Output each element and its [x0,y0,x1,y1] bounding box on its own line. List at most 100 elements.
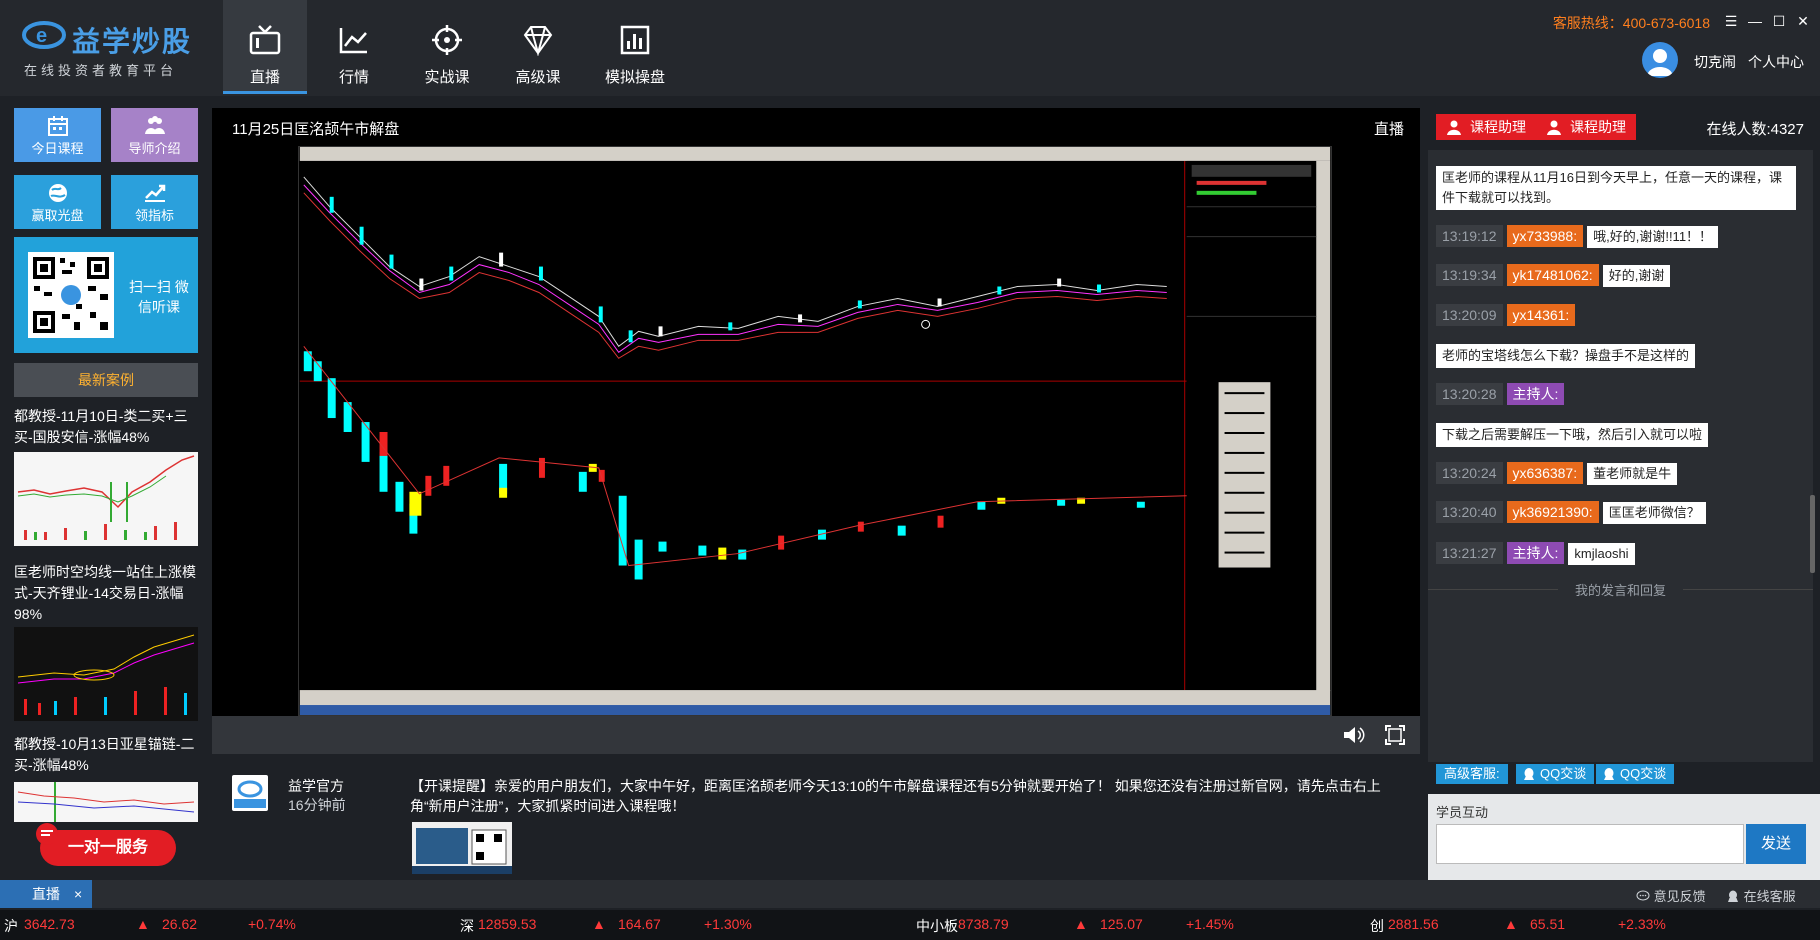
msg-time: 13:19:34 [1436,264,1503,286]
volume-icon[interactable] [1342,724,1366,746]
msg-user[interactable]: yx636387: [1506,462,1584,484]
feedback-link[interactable]: 意见反馈 [1636,886,1706,905]
person-icon [1447,120,1461,135]
send-button[interactable]: 发送 [1746,824,1806,864]
live-badge: 直播 [1374,121,1405,138]
chat-input[interactable] [1436,824,1744,864]
avatar[interactable] [1642,42,1678,78]
msg-text: 好的,谢谢 [1602,265,1671,287]
people-icon [144,116,165,134]
msg-user[interactable]: yx14361: [1506,304,1576,326]
qq-chat-button[interactable]: QQ交谈 [1516,764,1595,784]
menu-icon[interactable]: ☰ [1722,12,1740,30]
chat-message: 13:19:12 yx733988: 哦,好的,谢谢!!11！！ [1436,225,1719,248]
qq-label: QQ交谈 [1540,766,1587,781]
announcement-panel [212,756,1420,880]
latest-cases-header: 最新案例 [14,363,198,397]
one-on-one-service-button[interactable]: 一对一服务 [40,830,176,866]
nav-tab-market[interactable]: 行情 [312,0,396,94]
up-arrow-icon: ▲ [136,916,150,932]
hotline-text: 客服热线：400-673-6018 [1552,15,1710,31]
msg-user[interactable]: yx733988: [1506,225,1584,247]
case-title[interactable]: 都教授-10月13日亚星锚链-二买-涨幅48% [14,734,204,776]
qq-icon [1604,768,1614,780]
crosshair-icon [432,25,462,55]
nav-tab-simulator[interactable]: 模拟操盘 [585,0,685,94]
announcement-author: 益学官方 [288,778,344,794]
case-chart-thumbnail[interactable] [14,452,198,546]
nav-tab-advanced[interactable]: 高级课 [496,0,580,94]
msg-time: 13:21:27 [1436,542,1503,564]
case-title[interactable]: 都教授-11月10日-类二买+三买-国股安信-涨幅48% [14,406,204,448]
msg-user[interactable]: yk17481062: [1506,264,1599,286]
advanced-service-label: 高级客服: [1436,764,1508,784]
diamond-icon [523,26,553,57]
headset-icon [1728,890,1738,902]
ticker-name: 创 [1370,918,1384,934]
online-count: 在线人数:4327 [1706,121,1804,138]
tv-icon [249,25,281,55]
username[interactable]: 切克闹 [1694,52,1736,72]
globe-icon [48,184,67,202]
ticker-name: 沪 [4,918,18,934]
qr-code-icon [28,252,114,338]
today-course-button[interactable]: 今日课程 [14,108,101,162]
ticker-pct: +1.30% [704,916,752,932]
nav-tab-live[interactable]: 直播 [223,0,307,94]
case-chart-thumbnail[interactable] [14,627,198,721]
ticker-price: 8738.79 [958,916,1009,932]
nav-label: 实战课 [424,69,470,86]
interaction-label: 学员互动 [1436,805,1489,820]
qq-chat-button[interactable]: QQ交谈 [1596,764,1675,784]
fullscreen-icon[interactable] [1384,724,1406,746]
logo-icon: e [22,21,66,49]
calendar-icon [47,116,68,136]
msg-text: 哦,好的,谢谢!!11！！ [1587,226,1719,248]
trend-icon [144,184,165,202]
case-chart-thumbnail[interactable] [14,782,198,822]
user-center-link[interactable]: 个人中心 [1748,52,1804,72]
chat-system-message: 老师的宝塔线怎么下载？操盘手不是这样的 [1436,344,1696,368]
yixue-logo-icon [234,780,266,808]
wechat-qr-panel[interactable]: 扫一扫 微信听课 [14,237,198,353]
online-service-link[interactable]: 在线客服 [1726,886,1796,905]
button-label: 领指标 [134,208,174,223]
chat-message: 13:19:34 yk17481062: 好的,谢谢 [1436,264,1671,287]
msg-user[interactable]: yk36921390: [1506,501,1599,523]
minimize-icon[interactable]: — [1746,12,1764,30]
maximize-icon[interactable]: ☐ [1770,12,1788,30]
msg-time: 13:20:40 [1436,501,1503,523]
button-label: 今日课程 [31,141,84,156]
chat-scrollbar[interactable] [1810,495,1815,573]
official-avatar [232,775,268,811]
assistant-label: 课程助理 [1570,119,1626,135]
chat-message: 13:21:27 主持人: kmjlaoshi [1436,542,1635,565]
ticker-pct: +0.74% [248,916,296,932]
user-icon [1647,49,1673,76]
assistant-label: 课程助理 [1470,119,1526,135]
chat-system-message: 匡老师的课程从11月16日到今天早上，任意一天的课程，课件下载就可以找到。 [1436,166,1796,210]
nav-label: 高级课 [515,69,561,86]
msg-user[interactable]: 主持人: [1506,542,1565,564]
announcement-image[interactable] [412,822,512,874]
player-controls [212,716,1420,754]
tab-close-icon[interactable]: × [74,880,82,908]
chat-system-message: 下载之后需要解压一下哦，然后引入就可以啦 [1436,423,1709,447]
up-arrow-icon: ▲ [1074,916,1088,932]
chat-message: 13:20:40 yk36921390: 匡匡老师微信？ [1436,501,1706,524]
close-icon[interactable]: ✕ [1794,12,1812,30]
course-assistant-button[interactable]: 课程助理 [1436,114,1536,140]
nav-label: 直播 [249,69,280,86]
nav-label: 模拟操盘 [604,69,665,86]
chat-bubble-icon [36,823,58,845]
win-cd-button[interactable]: 赢取光盘 [14,175,101,229]
ticker-price: 3642.73 [24,916,75,932]
case-title[interactable]: 匡老师时空均线一站住上涨模式-天齐锂业-14交易日-涨幅98% [14,562,204,625]
video-title: 11月25日匡洺颉午市解盘 [232,121,400,138]
my-replies-toggle[interactable]: 我的发言和回复 [1428,580,1813,599]
course-assistant-button[interactable]: 课程助理 [1536,114,1636,140]
get-indicator-button[interactable]: 领指标 [111,175,198,229]
nav-tab-practice[interactable]: 实战课 [405,0,489,94]
msg-user[interactable]: 主持人: [1506,383,1565,405]
mentor-intro-button[interactable]: 导师介绍 [111,108,198,162]
